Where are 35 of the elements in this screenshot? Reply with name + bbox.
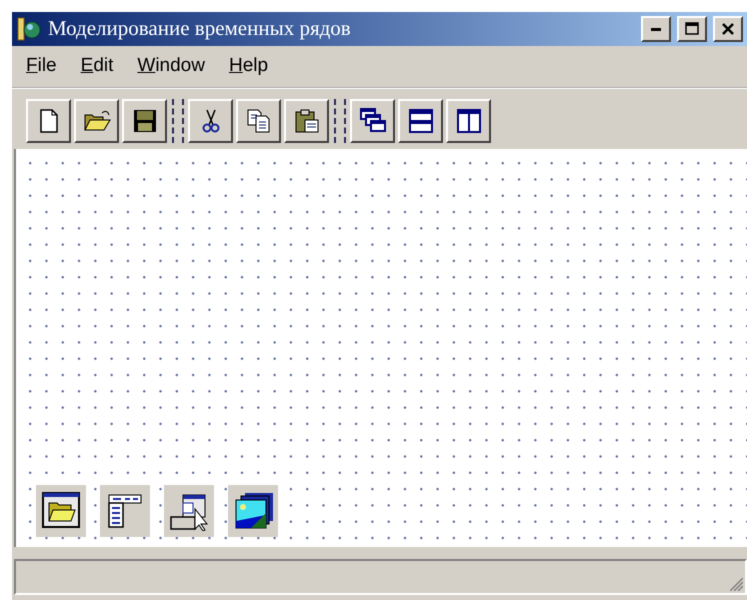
toolbar-button[interactable] [74,98,119,142]
app-logo-icon [16,16,42,42]
cascade-windows-icon [358,106,386,134]
toolbar-button[interactable] [446,98,491,142]
minimize-icon [651,28,661,30]
close-button[interactable] [713,16,743,42]
maximize-icon [685,22,699,36]
minimize-button[interactable] [641,16,671,42]
image-stack-icon [233,491,273,531]
toolbar-separator [334,98,346,142]
toolbar-button[interactable] [26,98,71,142]
tile-vertical-icon [454,106,482,134]
menu-item[interactable]: Window [125,50,217,82]
folder-window-icon [41,491,81,531]
toolbar-button[interactable] [284,98,329,142]
clipboard-icon [292,106,320,134]
window-title: Моделирование временных рядов [48,15,351,42]
palette-item[interactable] [100,485,150,537]
palette-item[interactable] [164,485,214,537]
toolbar-button[interactable] [236,98,281,142]
toolbar-button[interactable] [188,98,233,142]
palette-item[interactable] [36,485,86,537]
copy-icon [244,106,272,134]
tile-horizontal-icon [406,106,434,134]
size-grip-icon [730,578,743,591]
maximize-button[interactable] [677,16,707,42]
toolbar-button[interactable] [122,98,167,142]
toolbar-button[interactable] [398,98,443,142]
menu-item[interactable]: Help [216,50,280,82]
close-icon [721,22,735,36]
toolbar-button[interactable] [350,98,395,142]
menu-item[interactable]: Edit [68,50,126,82]
menu-item[interactable]: File [14,50,69,82]
palette-item[interactable] [228,485,278,537]
toolbar-separator [172,98,184,142]
